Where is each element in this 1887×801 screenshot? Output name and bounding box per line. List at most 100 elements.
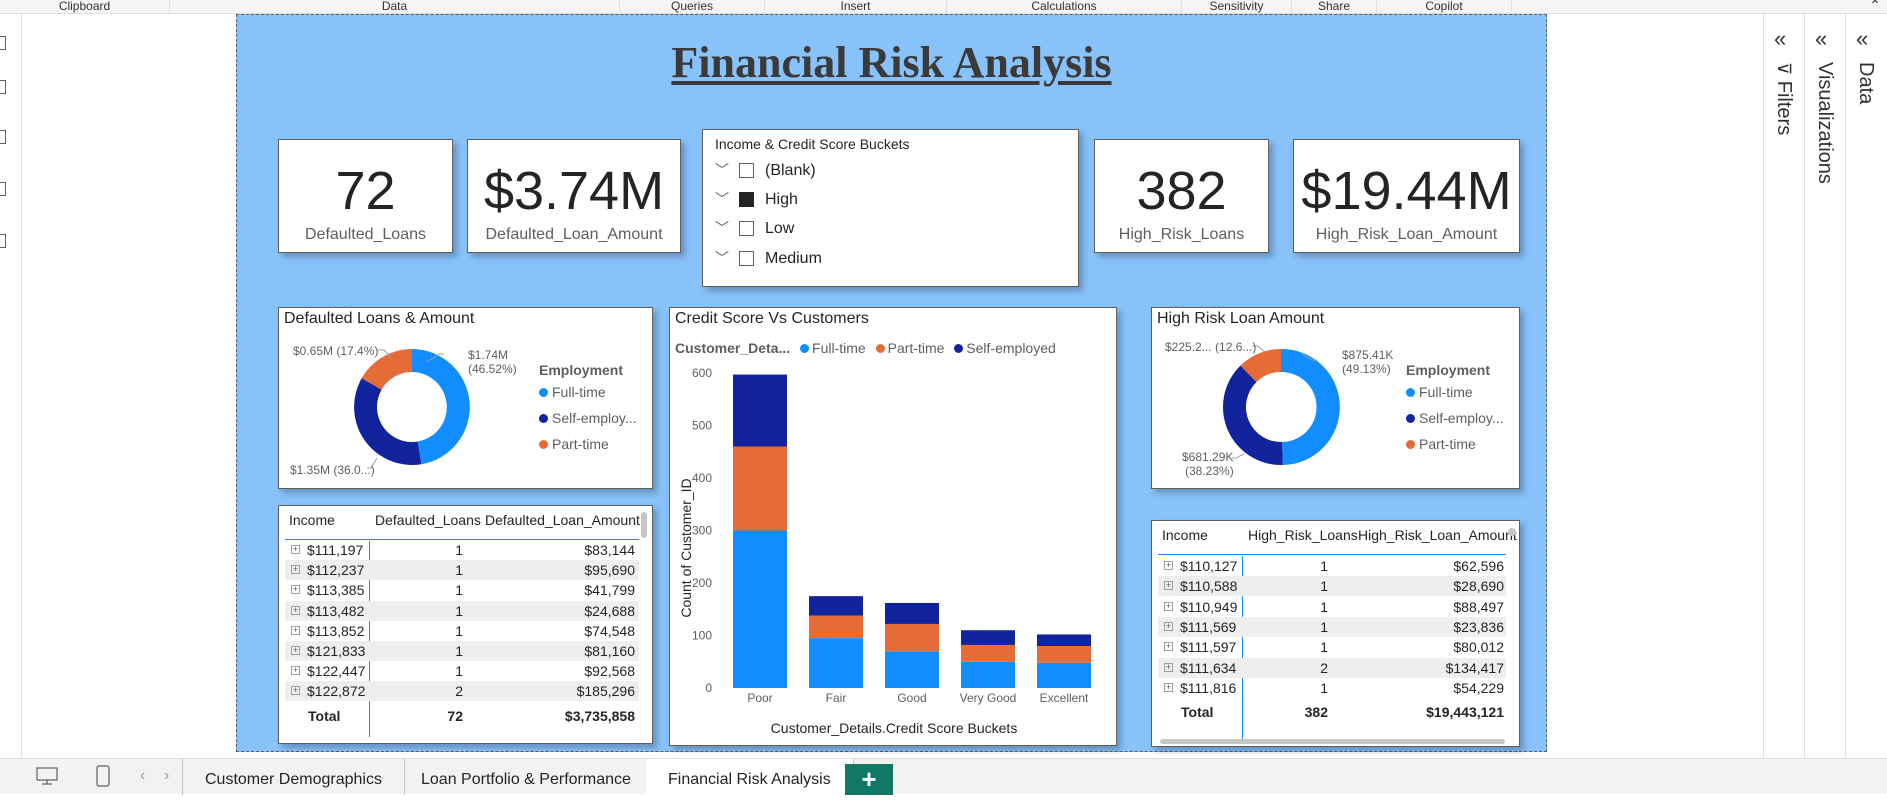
column-header-income[interactable]: Income xyxy=(289,506,335,534)
table-row[interactable]: + $113,385 1 $41,799 xyxy=(285,580,639,600)
mobile-layout-icon[interactable] xyxy=(96,765,110,787)
kpi-card-high-risk-loans[interactable]: 382 High_Risk_Loans xyxy=(1094,139,1269,253)
column-header-high-risk-loans[interactable]: High_Risk_Loans xyxy=(1248,521,1358,549)
checkbox[interactable] xyxy=(739,163,754,178)
add-page-button[interactable]: + xyxy=(845,764,893,795)
chevron-double-left-icon[interactable]: « xyxy=(1856,26,1868,52)
bar-segment-part-time[interactable] xyxy=(733,446,787,531)
expand-icon[interactable]: + xyxy=(1164,682,1173,692)
page-nav-prev-icon[interactable]: ‹ xyxy=(140,767,145,785)
legend-item-full-time[interactable]: Full-time xyxy=(1406,384,1473,400)
model-view-icon[interactable] xyxy=(0,130,6,144)
legend-item-part-time[interactable]: Part-time xyxy=(539,436,609,452)
report-view-icon[interactable] xyxy=(0,36,6,50)
table-row[interactable]: + $111,816 1 $54,229 xyxy=(1158,678,1506,698)
chevron-down-icon[interactable]: ﹀ xyxy=(715,189,729,209)
expand-icon[interactable]: + xyxy=(291,605,300,615)
expand-icon[interactable]: + xyxy=(1164,621,1173,631)
table-view-icon[interactable] xyxy=(0,80,6,94)
tmdl-view-icon[interactable] xyxy=(0,234,6,248)
table-row[interactable]: + $122,447 1 $92,568 xyxy=(285,661,639,681)
slicer-item-low[interactable]: ﹀ Low xyxy=(715,218,1045,240)
legend-item-full-time[interactable]: Full-time xyxy=(539,384,606,400)
table-row[interactable]: + $122,872 2 $185,296 xyxy=(285,681,639,702)
chevron-down-icon[interactable]: ﹀ xyxy=(715,218,729,238)
chevron-up-icon[interactable]: ⌃ xyxy=(1869,0,1881,14)
checkbox[interactable] xyxy=(739,251,754,266)
expand-icon[interactable]: + xyxy=(291,646,300,655)
slicer-item-blank[interactable]: ﹀ (Blank) xyxy=(715,160,1045,182)
table-row[interactable]: + $111,634 2 $134,417 xyxy=(1158,657,1506,678)
table-defaulted-loans[interactable]: Income Defaulted_Loans Defaulted_Loan_Am… xyxy=(278,505,653,744)
column-header-defaulted-loans[interactable]: Defaulted_Loans xyxy=(375,506,481,534)
kpi-card-defaulted-loan-amount[interactable]: $3.74M Defaulted_Loan_Amount xyxy=(467,139,681,253)
bar-segment-part-time[interactable] xyxy=(809,615,863,639)
table-row[interactable]: + $110,949 1 $88,497 xyxy=(1158,597,1506,617)
chevron-down-icon[interactable]: ﹀ xyxy=(715,160,729,180)
bar-segment-full-time[interactable] xyxy=(961,661,1015,688)
column-header-high-risk-loan-amount[interactable]: High_Risk_Loan_Amount xyxy=(1358,521,1517,549)
dax-query-icon[interactable] xyxy=(0,182,6,196)
bar-segment-full-time[interactable] xyxy=(809,638,863,688)
donut-slice-self-employed[interactable] xyxy=(354,378,422,465)
table-scrollbar[interactable] xyxy=(641,512,647,538)
bar-segment-full-time[interactable] xyxy=(733,530,787,689)
checkbox[interactable] xyxy=(739,221,754,236)
expand-icon[interactable]: + xyxy=(1164,601,1173,611)
donut-slice-full-time[interactable] xyxy=(1281,348,1340,465)
data-pane[interactable]: « Data xyxy=(1845,14,1887,758)
slicer-item-medium[interactable]: ﹀ Medium xyxy=(715,248,1045,270)
tab-financial-risk-analysis[interactable]: Financial Risk Analysis xyxy=(646,759,854,795)
donut-slice-full-time[interactable] xyxy=(412,349,470,465)
column-header-defaulted-loan-amount[interactable]: Defaulted_Loan_Amount xyxy=(485,506,640,534)
bar-segment-full-time[interactable] xyxy=(1037,662,1091,688)
table-row[interactable]: + $111,569 1 $23,836 xyxy=(1158,616,1506,637)
table-row[interactable]: + $113,852 1 $74,548 xyxy=(285,621,639,641)
legend-item-part-time[interactable]: Part-time xyxy=(1406,436,1476,452)
expand-icon[interactable]: + xyxy=(291,585,300,595)
bar-segment-self-employed[interactable] xyxy=(885,602,939,624)
bar-segment-full-time[interactable] xyxy=(885,651,939,688)
chevron-down-icon[interactable]: ﹀ xyxy=(715,248,729,268)
kpi-card-high-risk-loan-amount[interactable]: $19.44M High_Risk_Loan_Amount xyxy=(1293,139,1520,253)
bar-segment-part-time[interactable] xyxy=(961,644,1015,662)
donut-defaulted-loans[interactable]: Defaulted Loans & Amount $0.65M (17.4%) … xyxy=(278,307,653,489)
desktop-layout-icon[interactable] xyxy=(36,767,58,785)
bar-segment-self-employed[interactable] xyxy=(733,374,787,447)
page-nav-next-icon[interactable]: › xyxy=(164,767,169,785)
table-row[interactable]: + $111,197 1 $83,144 xyxy=(285,540,639,560)
expand-icon[interactable]: + xyxy=(291,686,300,696)
expand-icon[interactable]: + xyxy=(291,625,300,635)
kpi-card-defaulted-loans[interactable]: 72 Defaulted_Loans xyxy=(278,139,453,253)
table-row[interactable]: + $112,237 1 $95,690 xyxy=(285,560,639,581)
table-row[interactable]: + $121,833 1 $81,160 xyxy=(285,641,639,661)
table-high-risk-loans[interactable]: Income High_Risk_Loans High_Risk_Loan_Am… xyxy=(1151,520,1520,747)
table-row[interactable]: + $113,482 1 $24,688 xyxy=(285,600,639,621)
column-header-income[interactable]: Income xyxy=(1162,521,1208,549)
expand-icon[interactable]: + xyxy=(291,545,300,554)
legend-item-self-employed[interactable]: Self-employ... xyxy=(1406,410,1504,426)
expand-icon[interactable]: + xyxy=(291,666,300,676)
checkbox-checked[interactable] xyxy=(739,192,754,207)
expand-icon[interactable]: + xyxy=(291,565,300,575)
slicer-item-high[interactable]: ﹀ High xyxy=(715,189,1045,211)
legend-item-self-employed[interactable]: Self-employ... xyxy=(539,410,637,426)
table-scrollbar[interactable] xyxy=(1508,528,1516,536)
donut-high-risk-loan-amount[interactable]: High Risk Loan Amount $225.2... (12.6...… xyxy=(1151,307,1520,489)
credit-score-vs-customers-chart[interactable]: Credit Score Vs Customers Customer_Deta.… xyxy=(669,307,1117,746)
tab-loan-portfolio-performance[interactable]: Loan Portfolio & Performance xyxy=(399,759,654,795)
horizontal-scrollbar[interactable] xyxy=(1160,739,1505,744)
table-row[interactable]: + $111,597 1 $80,012 xyxy=(1158,637,1506,657)
expand-icon[interactable]: + xyxy=(1164,642,1173,652)
chevron-double-left-icon[interactable]: « xyxy=(1815,26,1827,52)
tab-customer-demographics[interactable]: Customer Demographics xyxy=(182,759,405,795)
bar-segment-self-employed[interactable] xyxy=(809,596,863,616)
expand-icon[interactable]: + xyxy=(1164,581,1173,591)
table-row[interactable]: + $110,588 1 $28,690 xyxy=(1158,576,1506,597)
bar-segment-self-employed[interactable] xyxy=(1037,634,1091,646)
bar-segment-part-time[interactable] xyxy=(885,623,939,652)
table-row[interactable]: + $110,127 1 $62,596 xyxy=(1158,556,1506,576)
visualizations-pane[interactable]: « Visualizations xyxy=(1804,14,1845,758)
bar-segment-part-time[interactable] xyxy=(1037,646,1091,663)
expand-icon[interactable]: + xyxy=(1164,662,1173,672)
